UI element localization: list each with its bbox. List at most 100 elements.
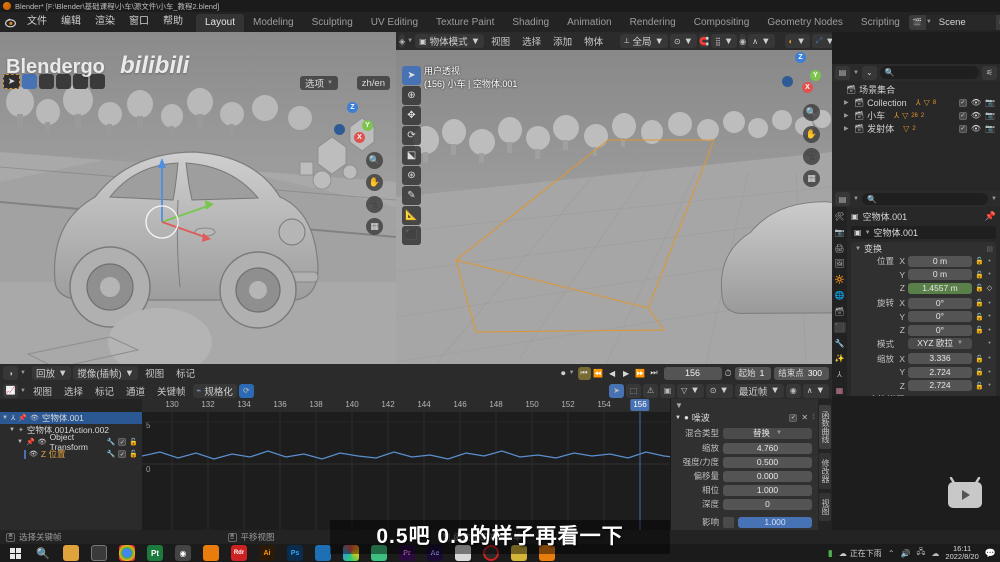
normalize-toggle[interactable]: ⌁ 规格化 <box>192 383 237 398</box>
ge-menu-select[interactable]: 选择 <box>59 384 88 398</box>
checkbox-icon[interactable]: ✓ <box>958 98 967 107</box>
grid-ortho-icon[interactable]: ▦ <box>366 218 383 235</box>
proportional-edit-icon[interactable]: ◉ <box>739 34 747 48</box>
tab-collection[interactable]: 🗃 <box>834 306 846 317</box>
tab-view[interactable]: 视图 <box>819 493 831 521</box>
tab-fcurve[interactable]: 函数曲线 <box>819 405 831 449</box>
tab-world[interactable]: 🌐 <box>834 290 846 301</box>
animate-dot-icon[interactable]: • <box>986 258 993 265</box>
transform-panel-header[interactable]: ▼ 变换 ▤ <box>851 242 996 255</box>
gizmo-x-ball[interactable]: X <box>802 82 813 93</box>
location-x-input[interactable]: 0 m <box>908 255 972 267</box>
drag-handle-icon[interactable]: ⁞⁞ <box>812 414 815 421</box>
next-keyframe-button[interactable]: ⏩ <box>634 367 647 380</box>
viewport-left[interactable]: ➤ 选项 ▼ zh/en Blendergo bilibili 🔍 ✋ 🎥 ▦ … <box>0 32 396 364</box>
editor-type-icon[interactable]: ◈ <box>399 34 406 48</box>
refresh-icon[interactable]: ⟳ <box>238 383 254 398</box>
chevron-down-icon[interactable]: ▼ <box>17 439 23 445</box>
eye-icon[interactable]: 👁 <box>29 450 38 458</box>
zoom-icon[interactable]: 🔍 <box>366 152 383 169</box>
phase-input[interactable]: 1.000 <box>723 484 812 496</box>
checkbox-icon[interactable]: ✓ <box>789 413 798 422</box>
tab-data[interactable]: ▦ <box>834 385 846 396</box>
close-icon[interactable]: ✕ <box>801 413 808 422</box>
lock-icon[interactable]: 🔓 <box>975 326 984 334</box>
proportional-edit-icon[interactable]: ◉ <box>785 383 801 398</box>
checkbox-icon[interactable]: ✓ <box>958 124 967 133</box>
chevron-down-icon[interactable]: ▼ <box>991 196 997 202</box>
channel-row-object[interactable]: ▼ ⅄ 📌 👁 空物体.001 <box>0 412 142 424</box>
tab-tool[interactable]: 🛠 <box>834 211 846 222</box>
snap-mode-selector[interactable]: 最近帧 ▼ <box>734 383 784 398</box>
prev-keyframe-button[interactable]: ⏪ <box>592 367 605 380</box>
gizmo-x-ball[interactable]: X <box>354 132 365 143</box>
tab-viewlayer[interactable]: 🖼 <box>834 258 846 269</box>
gizmo-negz-ball[interactable] <box>782 76 793 87</box>
tab-scripting[interactable]: Scripting <box>852 14 909 32</box>
outliner-row-xiaoche[interactable]: ▶ 🗃 小车 ⅄ ▽ 26 2 ✓ 👁 📷 <box>832 109 1000 122</box>
menu-file[interactable]: 文件 <box>20 12 54 32</box>
wrench-icon[interactable]: 🔧 <box>107 450 116 458</box>
rotation-z-input[interactable]: 0° <box>908 324 972 336</box>
transform-orientation-selector[interactable]: ⟂ 全局 ▼ <box>620 34 668 48</box>
tab-scene[interactable]: 🔆 <box>834 274 846 285</box>
pan-hand-icon[interactable]: ✋ <box>366 174 383 191</box>
snap-magnet-icon[interactable]: 🧲 <box>699 34 709 48</box>
menu-edit[interactable]: 编辑 <box>54 12 88 32</box>
tab-compositing[interactable]: Compositing <box>685 14 759 32</box>
editor-type-icon[interactable]: ◑ <box>3 366 18 380</box>
viewport-right-axis-gizmo[interactable]: Z Y X <box>778 52 824 98</box>
outliner-row-scene-collection[interactable]: 🗃 场景集合 <box>832 83 1000 96</box>
pin-icon[interactable]: 📌 <box>985 211 996 222</box>
tab-shading[interactable]: Shading <box>503 14 558 32</box>
checkbox-icon[interactable]: ✓ <box>958 111 967 120</box>
timeline-menu-marker[interactable]: 标记 <box>171 366 200 380</box>
rotation-mode-select[interactable]: XYZ 欧拉 ▼ <box>908 338 972 349</box>
ge-menu-marker[interactable]: 标记 <box>90 384 119 398</box>
animate-dot-icon[interactable]: • <box>986 369 993 376</box>
falloff-selector[interactable]: ∧ ▼ <box>748 34 775 48</box>
viewport-right[interactable]: ◈ ▼ ▣ 物体模式 ▼ 视图 选择 添加 物体 ⟂ 全局 ▼ ⊙ ▼ 🧲 ⣿ … <box>396 32 832 364</box>
editor-type-icon[interactable]: 📈 <box>3 383 18 398</box>
tab-geometry-nodes[interactable]: Geometry Nodes <box>758 14 852 32</box>
overlays-selector[interactable]: ⤢ ▼ <box>811 34 832 48</box>
select-box-icon[interactable] <box>22 74 37 89</box>
gizmo-y-ball[interactable]: Y <box>810 70 821 81</box>
new-scene-button[interactable]: ⧉ <box>995 14 1000 30</box>
tab-sculpting[interactable]: Sculpting <box>303 14 362 32</box>
viewport-shading-selector[interactable]: ◐ ▼ <box>784 34 810 48</box>
keyframe-diamond-icon[interactable]: ◇ <box>986 284 993 292</box>
tab-texture-paint[interactable]: Texture Paint <box>427 14 503 32</box>
camera-render-icon[interactable]: 📷 <box>985 124 995 133</box>
tab-modeling[interactable]: Modeling <box>244 14 303 32</box>
play-button[interactable]: ▶ <box>620 367 633 380</box>
frame-start-input[interactable]: 起始 1 <box>734 366 772 380</box>
rotation-y-input[interactable]: 0° <box>908 311 972 322</box>
camera-render-icon[interactable]: 📷 <box>985 111 995 120</box>
eye-icon[interactable]: 👁 <box>30 414 39 422</box>
ge-menu-key[interactable]: 关键帧 <box>152 384 191 398</box>
depth-input[interactable]: 0 <box>723 498 812 510</box>
viewport-options-button[interactable]: 选项 ▼ <box>300 76 338 90</box>
animate-dot-icon[interactable]: • <box>986 340 993 347</box>
show-hidden-icon[interactable]: ▣ <box>660 383 676 398</box>
filter-selector[interactable]: ▽ ▼ <box>677 383 704 398</box>
gizmo-y-ball[interactable]: Y <box>362 120 373 131</box>
falloff-selector[interactable]: ∧ ▼ <box>802 383 829 398</box>
show-errors-icon[interactable]: ⚠ <box>643 383 659 398</box>
chevron-down-icon[interactable]: ▼ <box>2 415 8 421</box>
menu-view[interactable]: 视图 <box>486 34 515 48</box>
tab-output[interactable]: 🖨 <box>834 243 846 254</box>
cursor-tool-icon[interactable]: ⊕ <box>402 86 421 105</box>
eye-icon[interactable]: 👁 <box>971 111 981 120</box>
only-selected-icon[interactable]: ⬚ <box>626 383 642 398</box>
animate-dot-icon[interactable]: • <box>986 300 993 307</box>
lock-icon[interactable]: 🔓 <box>975 299 984 307</box>
animate-dot-icon[interactable]: • <box>986 271 993 278</box>
ge-menu-view[interactable]: 视图 <box>28 384 57 398</box>
add-cube-tool-icon[interactable]: ⬛ <box>402 226 421 245</box>
grid-ortho-icon[interactable]: ▦ <box>803 170 820 187</box>
chevron-down-icon[interactable]: ▼ <box>9 427 15 433</box>
tab-object[interactable]: ⬛ <box>833 321 846 333</box>
rotation-x-input[interactable]: 0° <box>908 297 972 309</box>
